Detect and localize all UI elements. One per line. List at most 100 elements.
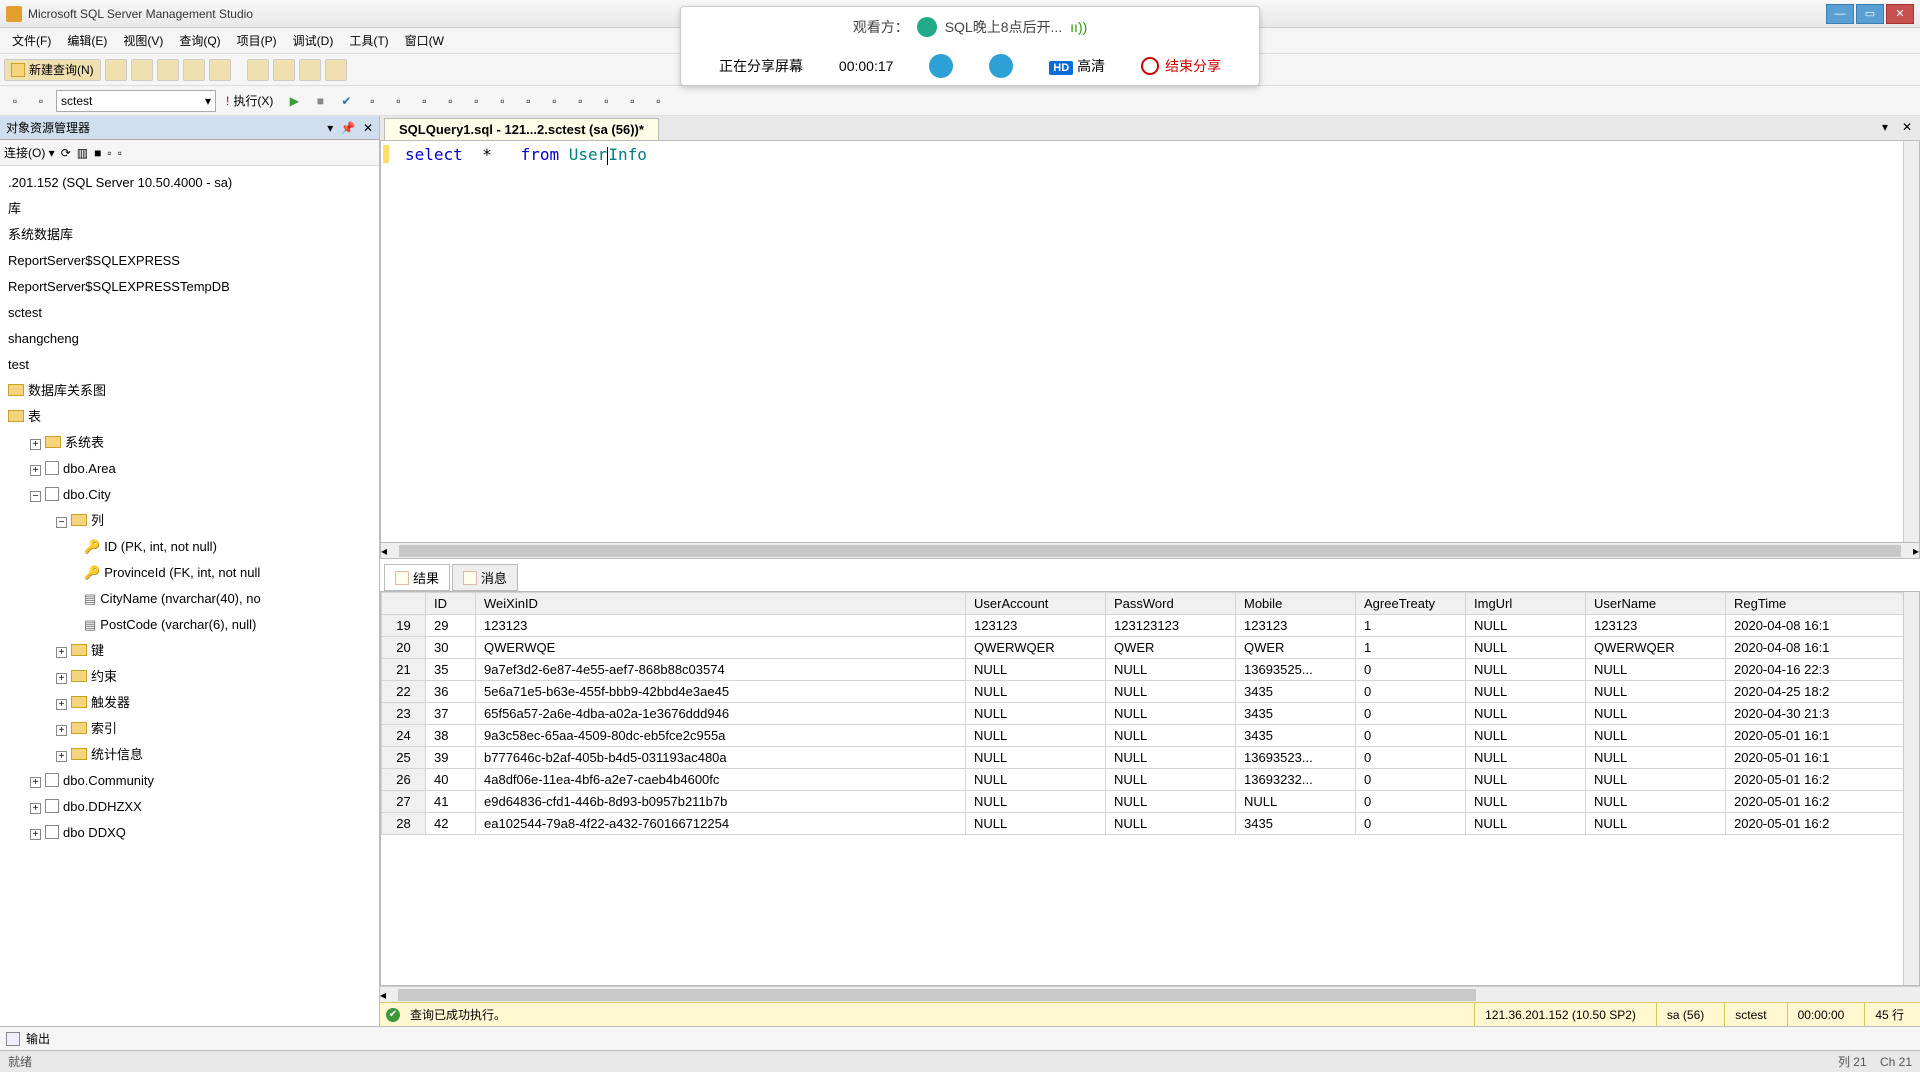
expand-icon[interactable]: + [56, 725, 67, 736]
column-header[interactable]: PassWord [1106, 593, 1236, 615]
cell[interactable]: 123123 [476, 615, 966, 637]
cell[interactable]: 25 [382, 747, 426, 769]
toolbar-button[interactable]: ▫ [413, 90, 435, 112]
expand-icon[interactable]: + [30, 777, 41, 788]
speaker-button[interactable] [989, 54, 1013, 78]
tree-node[interactable]: +dbo.Area [2, 456, 377, 482]
cell[interactable]: 42 [426, 813, 476, 835]
table-row[interactable]: 26404a8df06e-11ea-4bf6-a2e7-caeb4b4600fc… [382, 769, 1919, 791]
cell[interactable]: NULL [1106, 681, 1236, 703]
results-grid[interactable]: IDWeiXinIDUserAccountPassWordMobileAgree… [381, 592, 1919, 835]
menu-view[interactable]: 视图(V) [115, 28, 171, 53]
column-node[interactable]: 🔑ID (PK, int, not null) [2, 534, 377, 560]
database-selector[interactable]: sctest▾ [56, 90, 216, 112]
cell[interactable]: 9a3c58ec-65aa-4509-80dc-eb5fce2c955a [476, 725, 966, 747]
toolbar-button[interactable] [157, 59, 179, 81]
cell[interactable]: 123123 [1236, 615, 1356, 637]
cell[interactable]: 21 [382, 659, 426, 681]
minimize-button[interactable]: — [1826, 4, 1854, 24]
object-tree[interactable]: .201.152 (SQL Server 10.50.4000 - sa) 库 … [0, 166, 379, 1026]
output-label[interactable]: 输出 [26, 1030, 50, 1047]
column-header[interactable]: RegTime [1726, 593, 1919, 615]
cell[interactable]: NULL [1106, 703, 1236, 725]
cell[interactable]: QWER [1106, 637, 1236, 659]
expand-icon[interactable]: + [56, 673, 67, 684]
toolbar-button[interactable] [183, 59, 205, 81]
cell[interactable]: NULL [1466, 659, 1586, 681]
menu-file[interactable]: 文件(F) [4, 28, 59, 53]
cell[interactable]: 30 [426, 637, 476, 659]
cell[interactable]: 3435 [1236, 681, 1356, 703]
cell[interactable]: 0 [1356, 769, 1466, 791]
column-header[interactable]: ImgUrl [1466, 593, 1586, 615]
cell[interactable]: 0 [1356, 813, 1466, 835]
toolbar-button[interactable]: ▫ [30, 90, 52, 112]
cell[interactable]: 2020-05-01 16:1 [1726, 747, 1919, 769]
expand-icon[interactable]: + [30, 829, 41, 840]
indent-button[interactable]: ▫ [595, 90, 617, 112]
cell[interactable]: NULL [1586, 659, 1726, 681]
toolbar-button[interactable]: ▫ [465, 90, 487, 112]
cell[interactable]: 2020-05-01 16:2 [1726, 791, 1919, 813]
connect-button[interactable]: 连接(O) ▾ [4, 144, 55, 161]
cell[interactable]: QWERWQE [476, 637, 966, 659]
cell[interactable]: NULL [1106, 725, 1236, 747]
toolbar-button[interactable] [325, 59, 347, 81]
cell[interactable]: 0 [1356, 703, 1466, 725]
server-node[interactable]: .201.152 (SQL Server 10.50.4000 - sa) [2, 170, 377, 196]
cell[interactable]: 40 [426, 769, 476, 791]
cell[interactable]: 0 [1356, 681, 1466, 703]
expand-icon[interactable]: + [30, 439, 41, 450]
cell[interactable]: QWER [1236, 637, 1356, 659]
cell[interactable]: NULL [1466, 813, 1586, 835]
table-row[interactable]: 2539b777646c-b2af-405b-b4d5-031193ac480a… [382, 747, 1919, 769]
table-row[interactable]: 24389a3c58ec-65aa-4509-80dc-eb5fce2c955a… [382, 725, 1919, 747]
tree-node[interactable]: +dbo.DDHZXX [2, 794, 377, 820]
cell[interactable]: QWERWQER [966, 637, 1106, 659]
tree-node[interactable]: +系统表 [2, 430, 377, 456]
messages-tab[interactable]: 消息 [452, 564, 518, 591]
cell[interactable]: NULL [1586, 725, 1726, 747]
cell[interactable]: NULL [1106, 747, 1236, 769]
cell[interactable]: 24 [382, 725, 426, 747]
maximize-button[interactable]: ▭ [1856, 4, 1884, 24]
table-row[interactable]: 19291231231231231231231231231231NULL1231… [382, 615, 1919, 637]
table-row[interactable]: 2030QWERWQEQWERWQERQWERQWER1NULLQWERWQER… [382, 637, 1919, 659]
cell[interactable]: 19 [382, 615, 426, 637]
toolbar-button[interactable] [105, 59, 127, 81]
cell[interactable]: NULL [966, 791, 1106, 813]
cell[interactable]: 13693523... [1236, 747, 1356, 769]
cell[interactable]: 2020-05-01 16:2 [1726, 769, 1919, 791]
table-row[interactable]: 2741e9d64836-cfd1-446b-8d93-b0957b211b7b… [382, 791, 1919, 813]
cell[interactable]: 123123123 [1106, 615, 1236, 637]
cell[interactable]: ea102544-79a8-4f22-a432-760166712254 [476, 813, 966, 835]
cell[interactable]: 0 [1356, 659, 1466, 681]
expand-icon[interactable]: + [30, 465, 41, 476]
cell[interactable]: 3435 [1236, 725, 1356, 747]
cell[interactable]: NULL [1236, 791, 1356, 813]
menu-tools[interactable]: 工具(T) [341, 28, 396, 53]
tree-node[interactable]: +触发器 [2, 690, 377, 716]
tab-close-icon[interactable]: ✕ [1898, 118, 1916, 136]
cell[interactable]: 13693525... [1236, 659, 1356, 681]
tree-node[interactable]: ReportServer$SQLEXPRESSTempDB [2, 274, 377, 300]
cell[interactable]: 0 [1356, 725, 1466, 747]
open-button[interactable] [247, 59, 269, 81]
toolbar-button[interactable]: ▫ [439, 90, 461, 112]
save-button[interactable] [273, 59, 295, 81]
table-row[interactable]: 22365e6a71e5-b63e-455f-bbb9-42bbd4e3ae45… [382, 681, 1919, 703]
cell[interactable]: 3435 [1236, 813, 1356, 835]
editor-vscrollbar[interactable] [1903, 141, 1919, 542]
column-header[interactable]: UserAccount [966, 593, 1106, 615]
collapse-icon[interactable]: − [30, 491, 41, 502]
debug-play-button[interactable]: ▶ [283, 90, 305, 112]
column-header[interactable]: ID [426, 593, 476, 615]
cell[interactable]: 2020-04-30 21:3 [1726, 703, 1919, 725]
cell[interactable]: NULL [966, 747, 1106, 769]
cell[interactable]: NULL [1106, 769, 1236, 791]
cell[interactable]: NULL [1586, 791, 1726, 813]
menu-window[interactable]: 窗口(W [397, 28, 452, 53]
editor-hscrollbar[interactable]: ◂▸ [380, 543, 1920, 559]
column-node[interactable]: ▤CityName (nvarchar(40), no [2, 586, 377, 612]
menu-query[interactable]: 查询(Q) [171, 28, 228, 53]
